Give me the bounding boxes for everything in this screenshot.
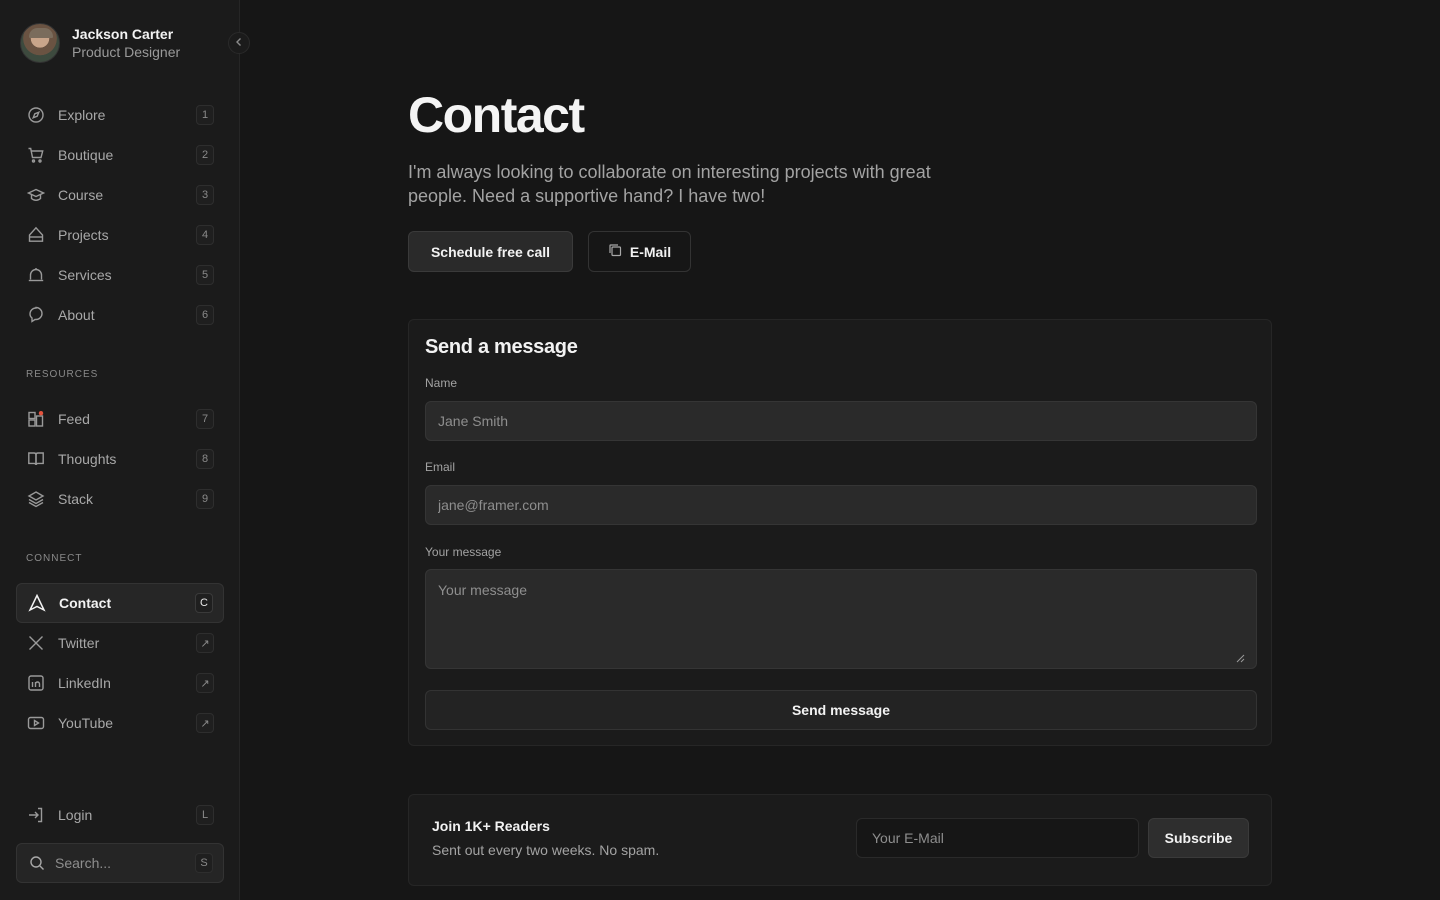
sidebar-item-stack[interactable]: Stack 9	[16, 479, 224, 519]
page-title: Contact	[408, 87, 585, 143]
layers-icon	[26, 489, 46, 509]
sidebar-item-label: Projects	[58, 227, 109, 243]
cart-icon	[26, 145, 46, 165]
shortcut-key: 6	[196, 305, 214, 325]
email-label: Email	[425, 460, 456, 474]
profile[interactable]: Jackson Carter Product Designer	[20, 23, 180, 63]
youtube-icon	[26, 713, 46, 733]
name-field[interactable]	[425, 401, 1257, 441]
shortcut-key: C	[195, 593, 213, 613]
sidebar-item-label: Services	[58, 267, 112, 283]
shortcut-key: 3	[196, 185, 214, 205]
collapse-sidebar-button[interactable]	[228, 32, 250, 54]
external-link-icon: ↗	[196, 673, 214, 693]
navigation-arrow-icon	[27, 593, 47, 613]
avatar	[20, 23, 60, 63]
message-form: Send a message Name Email Your message S…	[408, 319, 1272, 746]
copy-icon	[608, 243, 622, 260]
speech-bubble-icon	[26, 305, 46, 325]
external-link-icon: ↗	[196, 633, 214, 653]
sidebar-item-label: Explore	[58, 107, 106, 123]
graduation-cap-icon	[26, 185, 46, 205]
sidebar-item-label: Twitter	[58, 635, 100, 651]
subscribe-button[interactable]: Subscribe	[1148, 818, 1249, 858]
sidebar-item-feed[interactable]: Feed 7	[16, 399, 224, 439]
sidebar-item-label: Feed	[58, 411, 90, 427]
profile-name: Jackson Carter	[72, 26, 174, 42]
search-box[interactable]: S	[16, 843, 224, 883]
search-input[interactable]	[55, 855, 195, 871]
send-message-button[interactable]: Send message	[425, 690, 1257, 730]
sidebar-item-login[interactable]: Login L	[16, 795, 224, 835]
section-label-resources: RESOURCES	[26, 369, 99, 380]
page-intro: I'm always looking to collaborate on int…	[408, 162, 931, 206]
newsletter-subtitle: Sent out every two weeks. No spam.	[432, 842, 660, 858]
newsletter-title: Join 1K+ Readers	[432, 818, 550, 834]
sidebar-item-thoughts[interactable]: Thoughts 8	[16, 439, 224, 479]
copy-email-button[interactable]: E-Mail	[588, 231, 691, 272]
name-label: Name	[425, 376, 458, 390]
form-title: Send a message	[425, 336, 578, 358]
shortcut-key: 1	[196, 105, 214, 125]
profile-role: Product Designer	[72, 44, 181, 60]
message-textarea[interactable]	[425, 569, 1257, 669]
book-icon	[26, 449, 46, 469]
external-link-icon: ↗	[196, 713, 214, 733]
sidebar-item-boutique[interactable]: Boutique 2	[16, 135, 224, 175]
sidebar-item-services[interactable]: Services 5	[16, 255, 224, 295]
feed-icon	[26, 409, 46, 429]
shortcut-key: 5	[196, 265, 214, 285]
linkedin-icon	[26, 673, 46, 693]
sidebar-item-label: YouTube	[58, 715, 114, 731]
shortcut-key: 8	[196, 449, 214, 469]
login-arrow-icon	[26, 805, 46, 825]
shortcut-key: 7	[196, 409, 214, 429]
sidebar-item-label: Login	[58, 807, 93, 823]
projects-icon	[26, 225, 46, 245]
sidebar-item-contact[interactable]: Contact C	[16, 583, 224, 623]
shortcut-key: 2	[196, 145, 214, 165]
sidebar-item-projects[interactable]: Projects 4	[16, 215, 224, 255]
compass-icon	[26, 105, 46, 125]
sidebar-item-label: LinkedIn	[58, 675, 111, 691]
sidebar-item-explore[interactable]: Explore 1	[16, 95, 224, 135]
sidebar-item-label: About	[58, 307, 95, 323]
newsletter-email-input[interactable]	[856, 818, 1139, 858]
email-field[interactable]	[425, 485, 1257, 525]
sidebar-item-label: Course	[58, 187, 104, 203]
resize-handle-icon[interactable]	[1235, 653, 1245, 666]
shortcut-key: 4	[196, 225, 214, 245]
shortcut-key: L	[196, 805, 214, 825]
sidebar-item-about[interactable]: About 6	[16, 295, 224, 335]
sidebar-item-youtube[interactable]: YouTube ↗	[16, 703, 224, 743]
message-label: Your message	[425, 545, 502, 559]
x-logo-icon	[26, 633, 46, 653]
chevron-left-icon	[234, 34, 244, 52]
bell-icon	[26, 265, 46, 285]
sidebar-item-course[interactable]: Course 3	[16, 175, 224, 215]
shortcut-key: 9	[196, 489, 214, 509]
shortcut-key: S	[195, 853, 213, 873]
search-icon	[27, 853, 47, 873]
newsletter-card: Join 1K+ Readers Sent out every two week…	[408, 794, 1272, 886]
section-label-connect: CONNECT	[26, 553, 83, 564]
sidebar-item-label: Boutique	[58, 147, 114, 163]
sidebar-item-label: Thoughts	[58, 451, 117, 467]
email-button-label: E-Mail	[629, 243, 672, 260]
sidebar-item-linkedin[interactable]: LinkedIn ↗	[16, 663, 224, 703]
sidebar-item-label: Stack	[58, 491, 94, 507]
sidebar-item-twitter[interactable]: Twitter ↗	[16, 623, 224, 663]
sidebar-item-label: Contact	[59, 595, 112, 611]
sidebar: Jackson Carter Product Designer Explore …	[0, 0, 240, 900]
schedule-call-button[interactable]: Schedule free call	[408, 231, 573, 272]
